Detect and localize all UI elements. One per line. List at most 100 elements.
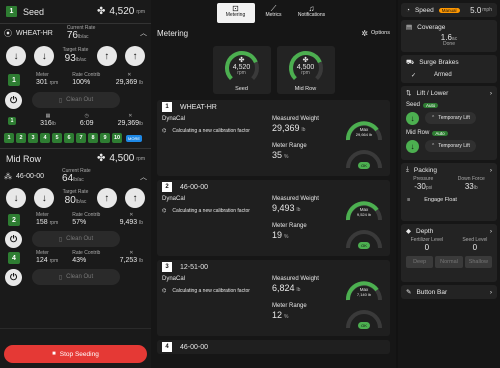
surge-card[interactable]: ⛟ Surge Brakes ✓ Armed: [401, 55, 497, 83]
product-name: 46-00-00: [180, 183, 209, 191]
product-header[interactable]: 4 46-00-00: [157, 340, 390, 354]
packing-header[interactable]: ⤓ Packing ›: [401, 163, 497, 177]
meter-range-value: 12: [272, 309, 283, 320]
bin-weight-unit: lb: [51, 120, 56, 127]
mid-auto-badge: Auto: [432, 130, 448, 136]
fan-label: Seed: [235, 86, 248, 92]
product-number: 4: [162, 342, 172, 352]
speed-card[interactable]: ◔ Speed Manual 5.0 mph: [401, 3, 497, 17]
wheat-header[interactable]: ⦿ WHEAT-HR Current Rate 76lb/ac ︿: [0, 24, 151, 42]
seed-header[interactable]: 1 Seed ✤ 4,520 rpm: [0, 0, 151, 24]
packing-icon: ⤓: [406, 166, 409, 173]
row-badge[interactable]: 1: [4, 133, 14, 143]
coverage-card[interactable]: ▤ Coverage 1.6ac Done: [401, 20, 497, 52]
more-rows-button[interactable]: MORE: [126, 134, 142, 142]
product-body: DynaCal ⌬ Calculating a new calibration f…: [157, 114, 390, 176]
row-badge[interactable]: 4: [40, 133, 50, 143]
lift-label: Lift / Lower: [416, 89, 449, 97]
fan-card: ✤ 4,520 rpm Seed: [212, 46, 271, 94]
seed-rpm: 4,520: [109, 6, 135, 17]
clean-out-label: Clean Out: [66, 236, 94, 242]
coverage-label: Coverage: [417, 23, 446, 31]
increase-button[interactable]: ↑: [124, 188, 145, 208]
calibration-icon: ⌬: [162, 288, 167, 294]
clean-out-button[interactable]: ▯ Clean Out: [32, 92, 120, 108]
tab-metering-label: Metering: [225, 12, 246, 18]
power-button[interactable]: ⏻: [5, 230, 22, 248]
product-gauges: Max 9,524 lb OK: [343, 196, 385, 252]
decrease-small-button[interactable]: ↓: [34, 46, 55, 66]
decrease-button[interactable]: ↓: [6, 46, 26, 66]
mid-temporary-lift-button[interactable]: ⌃ Temporary Lift: [425, 140, 476, 152]
meter-actions: ⏻ ▯ Clean Out: [0, 90, 151, 110]
depth-shallow-button[interactable]: Shallow: [464, 256, 492, 269]
product-card: 2 46-00-00 DynaCal ⌬ Calculating a new ca…: [157, 180, 390, 256]
clean-out-button[interactable]: ▯ Clean Out: [32, 231, 120, 247]
depth-normal-button[interactable]: Normal: [435, 256, 463, 269]
row-badge[interactable]: 8: [88, 133, 98, 143]
power-button[interactable]: ⏻: [5, 268, 22, 286]
decrease-button[interactable]: ↓: [6, 188, 26, 208]
mid-product-header[interactable]: ⁂ 46-00-00 Current Rate 64lb/ac ︿: [0, 168, 151, 185]
current-rate-unit: lb/ac: [73, 177, 84, 183]
chevron-up-icon[interactable]: ︿: [140, 172, 147, 182]
power-button[interactable]: ⏻: [5, 91, 22, 109]
tab-metering[interactable]: ⊡ Metering: [216, 3, 255, 23]
row-badge[interactable]: 6: [64, 133, 74, 143]
depth-deep-button[interactable]: Deep: [406, 256, 434, 269]
midrow-header[interactable]: Mid Row ✤ 4,500 rpm: [0, 148, 151, 168]
calibration-icon: ⌬: [162, 128, 167, 134]
lift-header[interactable]: ⇅ Lift / Lower ›: [401, 86, 497, 100]
contrib-value: 57%: [72, 218, 87, 226]
meter-badge: 4: [8, 252, 20, 264]
gear-icon[interactable]: ✲: [361, 29, 368, 38]
increase-small-button[interactable]: ↑: [96, 46, 117, 66]
product-header[interactable]: 2 46-00-00: [157, 180, 390, 194]
decrease-small-button[interactable]: ↓: [34, 188, 55, 208]
options-label[interactable]: Options: [371, 30, 390, 36]
button-bar-label: Button Bar: [416, 288, 448, 296]
pressure-unit: psi: [425, 184, 433, 191]
gauge-ok-badge: OK: [358, 162, 370, 169]
product-list: 1 WHEAT-HR DynaCal ⌬ Calculating a new ca…: [151, 100, 396, 354]
tab-bar: ⊡ Metering ⟋ Metrics ♫ Notifications: [151, 2, 396, 24]
button-bar-card[interactable]: ✎ Button Bar ›: [401, 285, 497, 299]
measured-weight-unit: lb: [301, 127, 306, 134]
increase-small-button[interactable]: ↑: [96, 188, 117, 208]
meter-range-label: Meter Range: [272, 222, 307, 229]
product-name: WHEAT-HR: [180, 103, 217, 111]
tab-notifications[interactable]: ♫ Notifications: [293, 3, 331, 23]
fan-icon: ✤: [96, 153, 106, 164]
calibration-status: Calculating a new calibration factor: [172, 208, 250, 214]
fan-icon: ✤: [302, 57, 309, 64]
row-badge[interactable]: 7: [76, 133, 86, 143]
seed-temporary-lift-button[interactable]: ⌃ Temporary Lift: [425, 112, 476, 124]
meter-value: 301: [36, 78, 48, 86]
speed-label: Speed: [414, 6, 434, 14]
meter-actions: ⏻ ▯ Clean Out: [0, 229, 151, 249]
stop-seeding-button[interactable]: ■ Stop Seeding: [4, 345, 147, 363]
row-badge[interactable]: 3: [28, 133, 38, 143]
increase-button[interactable]: ↑: [124, 46, 145, 66]
weight-value: 9,493: [119, 218, 138, 226]
product-header[interactable]: 3 12-51-00: [157, 260, 390, 274]
chevron-up-icon[interactable]: ︿: [140, 28, 147, 38]
row-badge[interactable]: 5: [52, 133, 62, 143]
gauge-ok-badge: OK: [358, 322, 370, 329]
product-header[interactable]: 1 WHEAT-HR: [157, 100, 390, 114]
row-badge[interactable]: 10: [112, 133, 122, 143]
product-card: 1 WHEAT-HR DynaCal ⌬ Calculating a new ca…: [157, 100, 390, 176]
clean-out-button[interactable]: ▯ Clean Out: [32, 269, 120, 285]
lower-button[interactable]: ↓: [406, 139, 419, 153]
depth-header[interactable]: ◆ Depth ›: [401, 224, 497, 238]
lower-button[interactable]: ↓: [406, 111, 419, 125]
seed-auto-badge: Auto: [423, 102, 439, 108]
tab-metrics[interactable]: ⟋ Metrics: [255, 3, 293, 23]
engage-float-button[interactable]: ≡ Engage Float: [401, 193, 497, 207]
gauge-max-value: 29,664 lb: [355, 131, 373, 137]
target-rate-row: ↓ ↓ Target Rate 80lb/ac ↑ ↑: [0, 185, 151, 211]
product-number: 2: [162, 182, 172, 192]
row-badge[interactable]: 9: [100, 133, 110, 143]
packing-label: Packing: [413, 166, 437, 174]
row-badge[interactable]: 2: [16, 133, 26, 143]
